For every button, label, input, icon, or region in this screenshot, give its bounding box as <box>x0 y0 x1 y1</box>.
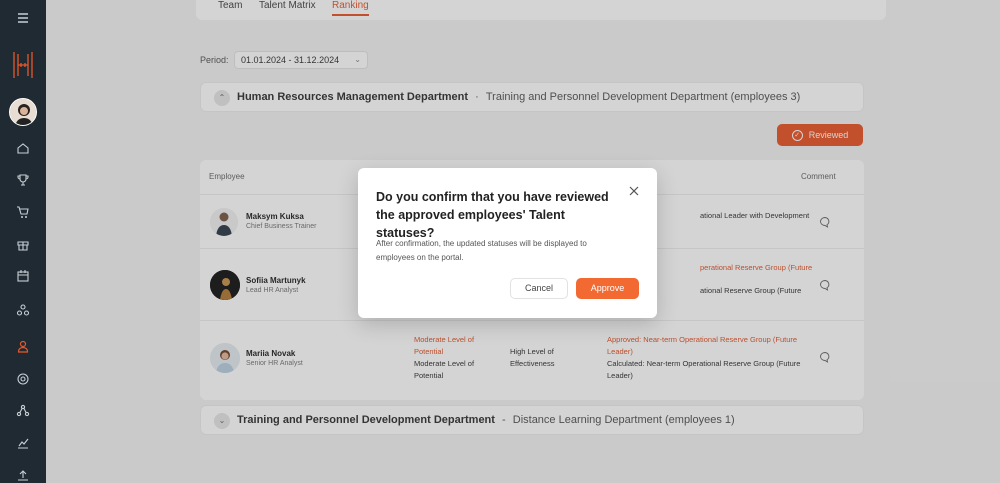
gift-icon[interactable] <box>0 231 46 257</box>
dialog-message: After confirmation, the updated statuses… <box>376 239 587 262</box>
approve-button[interactable]: Approve <box>576 278 639 299</box>
team-icon[interactable] <box>0 297 46 323</box>
network-icon[interactable] <box>0 398 46 424</box>
logo-icon <box>13 52 33 78</box>
cart-icon[interactable] <box>0 199 46 225</box>
target-icon[interactable] <box>0 366 46 392</box>
upload-icon[interactable] <box>0 462 46 483</box>
confirm-dialog: Do you confirm that you have reviewed th… <box>358 168 657 318</box>
sidebar <box>0 0 46 483</box>
menu-icon[interactable] <box>0 5 46 31</box>
dialog-title: Do you confirm that you have reviewed th… <box>376 190 609 240</box>
growth-icon[interactable] <box>0 430 46 456</box>
cancel-button[interactable]: Cancel <box>510 278 568 299</box>
close-icon[interactable] <box>627 184 641 198</box>
calendar-icon[interactable] <box>0 263 46 289</box>
trophy-icon[interactable] <box>0 167 46 193</box>
avatar[interactable] <box>9 98 37 126</box>
home-icon[interactable] <box>0 135 46 161</box>
user-icon[interactable] <box>0 333 46 359</box>
